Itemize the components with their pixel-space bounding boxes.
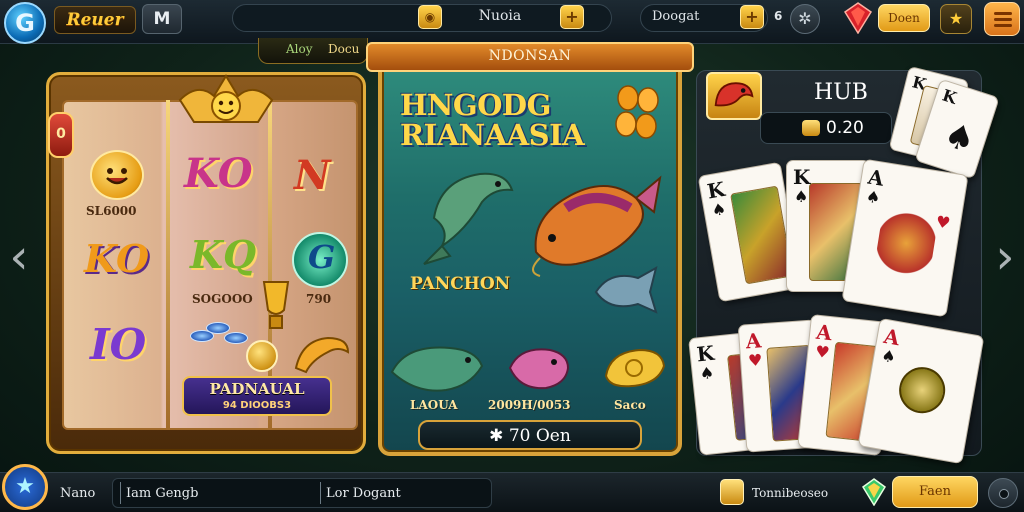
fish-title-line-1: HNGODG: [400, 88, 551, 122]
slot-side-badge[interactable]: 0: [48, 112, 74, 158]
coin-stack-icon: [246, 340, 278, 372]
tab-aloy[interactable]: Aloy: [286, 42, 313, 56]
gold-treasure-icon: [604, 348, 666, 388]
card-rank: K: [940, 85, 960, 108]
slot-symbol-io: IO: [90, 320, 147, 369]
next-arrow-icon[interactable]: ›: [990, 226, 1020, 288]
fish-item-label: 2009H/0053: [488, 398, 571, 412]
logo-letter: G: [15, 9, 35, 37]
notification-count: 6: [774, 9, 783, 23]
bottom-field-label-1: Iam Gengb: [126, 486, 199, 501]
slot-symbol-n: N: [294, 152, 331, 199]
record-icon[interactable]: [988, 478, 1018, 508]
card-art: [872, 199, 941, 288]
field-divider: [320, 482, 321, 504]
fish-left-icon: [423, 172, 514, 265]
slot-caption: SL6000: [86, 204, 137, 218]
heart-icon: ♥: [747, 350, 764, 371]
slot-banner-title: PADNAUAL: [209, 380, 305, 398]
fish-label-panchon: PANCHON: [410, 274, 511, 294]
small-fish-icon: [594, 266, 658, 314]
crown-icon: [178, 74, 274, 123]
app-logo-icon[interactable]: G: [4, 2, 46, 44]
bottom-field-label-2: Lor Dogant: [326, 486, 401, 501]
fish-game-title: HNGODG RIANAASIA: [400, 90, 620, 150]
bottom-tab-nano[interactable]: Nano: [60, 486, 95, 501]
playing-card: A ♠ ♥: [841, 158, 969, 318]
slot-symbol-ko: KO: [84, 236, 150, 281]
gem-icon[interactable]: [844, 2, 872, 34]
slot-banner-subtitle: 94 DIOOBS3: [222, 400, 292, 411]
pink-fish-icon: [508, 348, 570, 390]
settings-icon[interactable]: ✲: [790, 4, 820, 34]
card-art: [730, 185, 794, 285]
fish-play-label: ✱ 70 Oen: [489, 426, 571, 446]
brand-title: Reuer: [54, 6, 136, 34]
fish-bottom-left-icon: [390, 346, 484, 392]
hub-value: 0.20: [826, 118, 864, 138]
emblem-icon: [895, 363, 949, 417]
coin-icon: ◉: [418, 5, 442, 29]
horn-icon: [294, 336, 350, 374]
balance-label: Doogat: [652, 9, 700, 24]
reel-divider: [166, 100, 170, 430]
fish-game-header-label: NDONSAN: [488, 48, 572, 64]
spade-icon: ♠: [864, 186, 882, 208]
star-icon[interactable]: ★: [940, 4, 972, 34]
avatar[interactable]: ★: [2, 464, 48, 510]
playing-card: A ♠: [857, 317, 985, 465]
fish-item-label: LAOUA: [410, 398, 458, 412]
slot-symbol-ko: KO: [184, 150, 253, 197]
hub-title: HUB: [814, 80, 868, 105]
previous-arrow-icon[interactable]: ‹: [4, 226, 34, 288]
spade-icon: ♠: [938, 114, 981, 162]
slot-symbol-kq: KQ: [190, 232, 257, 277]
egg-cluster-icon: [615, 85, 659, 139]
spade-icon: ♠: [879, 345, 898, 367]
m-button[interactable]: M: [142, 4, 182, 34]
add-balance-button[interactable]: +: [740, 5, 764, 29]
heart-icon: ♥: [814, 341, 831, 363]
chip-icon: [224, 332, 248, 344]
play-button[interactable]: Faen: [892, 476, 978, 508]
gem-icon[interactable]: [862, 478, 886, 506]
trophy-icon: [262, 281, 290, 329]
coin-icon: [802, 120, 820, 136]
fish-title-line-2: RIANAASIA: [400, 118, 585, 152]
field-divider: [120, 482, 121, 504]
slot-symbol-g: G: [308, 238, 336, 276]
card-rank: K: [793, 165, 811, 189]
sun-face-icon: [106, 168, 128, 185]
spade-icon: ♠: [698, 362, 716, 384]
bottom-coin-text: Tonnibeoseo: [752, 486, 829, 500]
fish-item-label: Saco: [614, 398, 646, 412]
hub-badge-icon: [706, 72, 762, 120]
tab-docu[interactable]: Docu: [328, 42, 359, 56]
menu-icon[interactable]: [984, 2, 1020, 36]
add-coins-button[interactable]: +: [560, 5, 584, 29]
dragon-icon: [714, 82, 754, 107]
spade-icon: ♠: [794, 187, 809, 206]
coin-icon: [720, 479, 744, 505]
chip-icon: [206, 322, 230, 334]
search-label: Nuoia: [478, 8, 522, 24]
shop-button[interactable]: Doen: [878, 4, 930, 32]
slot-caption: 790: [306, 292, 332, 306]
slot-caption: SOGOOO: [192, 292, 253, 306]
spade-icon: ♠: [710, 198, 728, 221]
